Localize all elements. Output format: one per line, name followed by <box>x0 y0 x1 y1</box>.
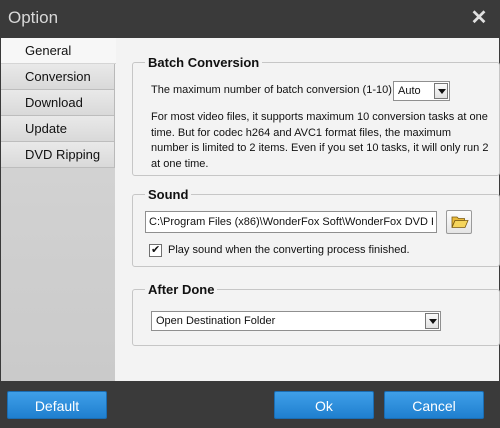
batch-count-value: Auto <box>398 85 421 97</box>
batch-conversion-title: Batch Conversion <box>145 55 263 70</box>
sidebar-item-general[interactable]: General <box>1 38 116 64</box>
batch-count-select[interactable]: Auto <box>393 81 450 101</box>
sidebar: General Conversion Download Update DVD R… <box>1 38 116 381</box>
sidebar-filler <box>1 168 115 381</box>
sidebar-item-label: Download <box>25 95 83 110</box>
after-done-value: Open Destination Folder <box>156 315 276 327</box>
play-sound-label: Play sound when the converting process f… <box>168 244 410 256</box>
title-bar: Option ✕ <box>0 0 500 36</box>
sidebar-item-dvd-ripping[interactable]: DVD Ripping <box>1 142 114 168</box>
sound-group: Sound Play sound when the converting pro… <box>132 187 500 267</box>
sidebar-item-label: Conversion <box>25 69 91 84</box>
after-done-select[interactable]: Open Destination Folder <box>151 311 441 331</box>
sidebar-item-update[interactable]: Update <box>1 116 114 142</box>
ok-button[interactable]: Ok <box>274 391 374 419</box>
after-done-group: After Done Open Destination Folder <box>132 282 500 346</box>
close-icon[interactable]: ✕ <box>470 8 488 28</box>
default-button[interactable]: Default <box>7 391 107 419</box>
sidebar-item-label: DVD Ripping <box>25 147 101 162</box>
after-done-title: After Done <box>145 282 218 297</box>
settings-panel: Batch Conversion The maximum number of b… <box>115 38 500 381</box>
chevron-down-icon[interactable] <box>434 83 448 99</box>
chevron-down-icon[interactable] <box>425 313 439 329</box>
cancel-button[interactable]: Cancel <box>384 391 484 419</box>
sidebar-item-download[interactable]: Download <box>1 90 114 116</box>
sidebar-item-label: General <box>25 43 72 58</box>
batch-count-label: The maximum number of batch conversion (… <box>151 84 398 96</box>
batch-description: For most video files, it supports maximu… <box>151 111 489 170</box>
button-bar: Default Ok Cancel <box>0 381 500 428</box>
batch-conversion-group: Batch Conversion The maximum number of b… <box>132 55 500 176</box>
sidebar-item-label: Update <box>25 121 67 136</box>
open-folder-icon <box>451 216 469 228</box>
dialog-title: Option <box>8 8 59 27</box>
sound-path-input[interactable] <box>145 211 437 233</box>
play-sound-checkbox[interactable] <box>149 243 162 257</box>
dialog-body: General Conversion Download Update DVD R… <box>1 38 500 381</box>
option-dialog: Option ✕ General Conversion Download Upd… <box>0 0 500 428</box>
browse-folder-button[interactable] <box>446 210 472 234</box>
sound-title: Sound <box>145 187 192 202</box>
sidebar-item-conversion[interactable]: Conversion <box>1 64 114 90</box>
